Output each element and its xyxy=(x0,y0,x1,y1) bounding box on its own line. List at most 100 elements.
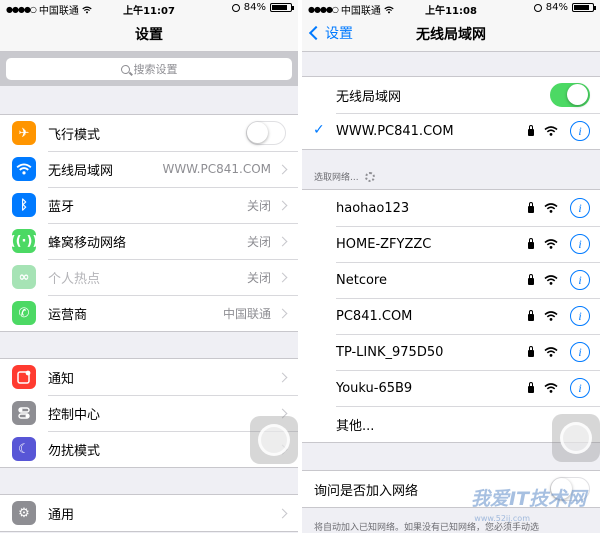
checkmark-icon: ✓ xyxy=(313,122,325,138)
settings-row-carrier[interactable]: ✆ 运营商 中国联通 xyxy=(0,295,298,331)
row-label: 通用 xyxy=(48,507,75,523)
search-area: 搜索设置 xyxy=(0,52,298,86)
lock-icon xyxy=(528,238,534,249)
settings-row-notifications[interactable]: 通知 xyxy=(0,359,298,395)
alarm-icon xyxy=(231,3,240,12)
info-icon[interactable]: i xyxy=(570,270,590,290)
settings-group-general: ⚙ 通用 xyxy=(0,494,298,532)
info-icon[interactable]: i xyxy=(570,342,590,362)
assistive-touch-button[interactable] xyxy=(250,416,298,464)
settings-row-hotspot[interactable]: ∞ 个人热点 关闭 xyxy=(0,259,298,295)
settings-row-general[interactable]: ⚙ 通用 xyxy=(0,495,298,531)
page-title: 设置 xyxy=(135,27,163,43)
nav-bar: 设置 xyxy=(0,16,298,52)
network-name: TP-LINK_975D50 xyxy=(336,344,444,360)
wifi-signal-icon xyxy=(544,126,558,136)
settings-row-bluetooth[interactable]: ᛒ 蓝牙 关闭 xyxy=(0,187,298,223)
wifi-signal-icon xyxy=(544,203,558,213)
chevron-right-icon xyxy=(277,372,288,382)
wifi-toggle[interactable] xyxy=(550,83,590,107)
nav-bar: 设置 无线局域网 xyxy=(302,16,600,52)
wifi-icon xyxy=(12,157,36,181)
airplane-icon: ✈ xyxy=(12,121,36,145)
settings-row-airplane[interactable]: ✈ 飞行模式 xyxy=(0,115,298,151)
network-name: WWW.PC841.COM xyxy=(336,123,454,139)
wifi-signal-icon xyxy=(544,347,558,357)
bluetooth-icon: ᛒ xyxy=(12,193,36,217)
network-row[interactable]: Youku-65B9 i xyxy=(302,370,600,406)
settings-row-wifi[interactable]: 无线局域网 WWW.PC841.COM xyxy=(0,151,298,187)
row-label: 个人热点 xyxy=(48,271,101,287)
wifi-signal-icon xyxy=(544,275,558,285)
info-icon[interactable]: i xyxy=(570,306,590,326)
wifi-signal-icon xyxy=(544,383,558,393)
row-value: WWW.PC841.COM xyxy=(162,162,271,176)
phone-icon: ✆ xyxy=(12,301,36,325)
network-row[interactable]: HOME-ZFYZZC i xyxy=(302,226,600,262)
network-name: PC841.COM xyxy=(336,308,413,324)
row-label: 勿扰模式 xyxy=(48,443,101,459)
battery-percent: 84% xyxy=(545,2,568,13)
chevron-right-icon xyxy=(277,308,288,318)
alarm-icon xyxy=(533,3,542,12)
chevron-right-icon xyxy=(277,508,288,518)
network-name: Netcore xyxy=(336,272,387,288)
network-row[interactable]: PC841.COM i xyxy=(302,298,600,334)
row-label: 蓝牙 xyxy=(48,199,75,215)
assistive-touch-button[interactable] xyxy=(552,414,600,462)
chevron-right-icon xyxy=(277,272,288,282)
battery-icon xyxy=(572,3,596,12)
settings-group-connectivity: ✈ 飞行模式 无线局域网 WWW.PC841.COM ᛒ 蓝牙 关闭 ((·))… xyxy=(0,114,298,332)
wifi-signal-icon xyxy=(544,239,558,249)
chevron-right-icon xyxy=(277,200,288,210)
info-icon[interactable]: i xyxy=(570,198,590,218)
lock-icon xyxy=(528,310,534,321)
info-icon[interactable]: i xyxy=(570,378,590,398)
status-bar: ●●●●○ 中国联通 上午11:07 84% xyxy=(0,0,298,17)
watermark-text: 我爱IT技术网 xyxy=(470,488,586,510)
control-center-icon xyxy=(12,401,36,425)
choose-network-header: 选取网络... xyxy=(314,170,375,183)
wifi-toggle-row: 无线局域网 xyxy=(302,77,600,113)
battery-icon xyxy=(270,3,294,12)
lock-icon xyxy=(528,202,534,213)
network-row[interactable]: Netcore i xyxy=(302,262,600,298)
info-icon[interactable]: i xyxy=(570,234,590,254)
page-title: 无线局域网 xyxy=(416,27,486,43)
chevron-right-icon xyxy=(277,164,288,174)
moon-icon: ☾ xyxy=(12,437,36,461)
settings-screen: ●●●●○ 中国联通 上午11:07 84% 设置 搜索设置 ✈ 飞行模式 无线… xyxy=(0,0,298,533)
wifi-label: 无线局域网 xyxy=(336,89,402,105)
status-bar: ●●●●○ 中国联通 上午11:08 84% xyxy=(302,0,600,17)
search-input[interactable]: 搜索设置 xyxy=(6,58,292,80)
row-label: 运营商 xyxy=(48,307,88,323)
network-list: haohao123 i HOME-ZFYZZC i Netcore i PC84… xyxy=(302,189,600,443)
loading-spinner-icon xyxy=(364,171,375,182)
row-value: 关闭 xyxy=(246,198,271,213)
chevron-right-icon xyxy=(277,236,288,246)
lock-icon xyxy=(528,346,534,357)
network-row[interactable]: TP-LINK_975D50 i xyxy=(302,334,600,370)
notifications-icon xyxy=(12,365,36,389)
network-name: HOME-ZFYZZC xyxy=(336,236,432,252)
lock-icon xyxy=(528,125,534,136)
ask-join-footnote: 将自动加入已知网络。如果没有已知网络，您必须手动选 xyxy=(314,523,540,533)
network-row[interactable]: haohao123 i xyxy=(302,190,600,226)
network-name: haohao123 xyxy=(336,200,410,216)
airplane-mode-toggle[interactable] xyxy=(246,121,286,145)
lock-icon xyxy=(528,274,534,285)
gear-icon: ⚙ xyxy=(12,501,36,525)
connected-network-row[interactable]: ✓ WWW.PC841.COM i xyxy=(302,113,600,149)
watermark-url: www.52ij.com xyxy=(474,514,530,523)
search-icon xyxy=(120,64,130,74)
row-label: 无线局域网 xyxy=(48,163,114,179)
lock-icon xyxy=(528,382,534,393)
settings-row-cellular[interactable]: ((·)) 蜂窝移动网络 关闭 xyxy=(0,223,298,259)
row-value: 中国联通 xyxy=(222,306,271,321)
cellular-icon: ((·)) xyxy=(10,229,38,253)
wifi-signal-icon xyxy=(544,311,558,321)
search-placeholder: 搜索设置 xyxy=(133,63,178,76)
info-icon[interactable]: i xyxy=(570,121,590,141)
row-label: 蜂窝移动网络 xyxy=(48,235,127,251)
hotspot-icon: ∞ xyxy=(12,265,36,289)
